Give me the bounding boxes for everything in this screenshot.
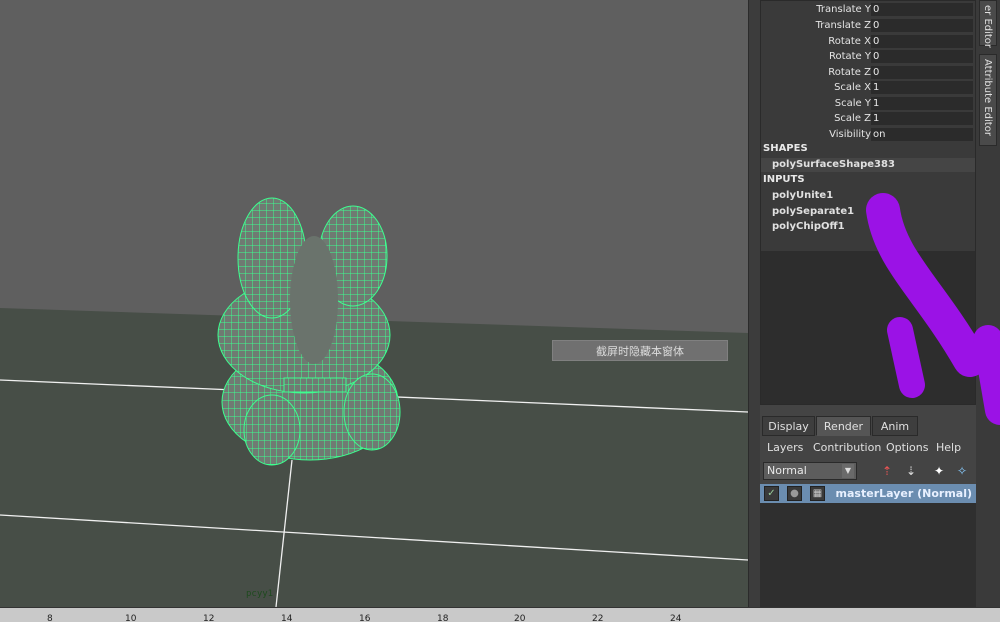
channel-box-empty-area (761, 251, 975, 404)
attr-scale-z[interactable]: Scale Z 1 (761, 111, 975, 126)
attr-value-field[interactable]: 0 (871, 35, 973, 48)
shapes-header: SHAPES (763, 143, 808, 154)
shape-node[interactable]: polySurfaceShape383 (772, 159, 895, 170)
menu-help[interactable]: Help (936, 441, 961, 454)
menu-layers[interactable]: Layers (767, 441, 803, 454)
attr-label: Rotate Z (828, 67, 871, 78)
attr-rotate-x[interactable]: Rotate X 0 (761, 34, 975, 49)
shape-node-row[interactable]: polySurfaceShape383 (761, 158, 975, 172)
attr-label: Scale Z (834, 113, 871, 124)
tab-anim[interactable]: Anim (872, 416, 918, 436)
input-node[interactable]: polyChipOff1 (772, 221, 845, 232)
layer-mode-dropdown[interactable]: Normal ▼ (763, 462, 857, 480)
attr-rotate-z[interactable]: Rotate Z 0 (761, 65, 975, 80)
move-layer-up-icon[interactable]: ⇡ (878, 462, 896, 480)
attr-scale-y[interactable]: Scale Y 1 (761, 96, 975, 111)
input-node[interactable]: polySeparate1 (772, 206, 854, 217)
layer-name[interactable]: masterLayer (Normal) (836, 487, 972, 500)
attr-translate-y[interactable]: Translate Y 0 (761, 2, 975, 17)
attr-rotate-y[interactable]: Rotate Y 0 (761, 49, 975, 64)
inputs-header: INPUTS (763, 174, 805, 185)
recycle-toggle-icon[interactable]: ● (787, 486, 802, 501)
attr-value-field[interactable]: on (871, 128, 973, 141)
attr-translate-z[interactable]: Translate Z 0 (761, 18, 975, 33)
attr-label: Scale Y (834, 98, 871, 109)
input-node[interactable]: polyUnite1 (772, 190, 833, 201)
attr-value-field[interactable]: 0 (871, 66, 973, 79)
attr-label: Translate Y (816, 4, 871, 15)
attr-value-field[interactable]: 0 (871, 3, 973, 16)
tab-attribute-editor[interactable]: Attribute Editor (979, 54, 997, 146)
tab-render[interactable]: Render (816, 416, 871, 436)
channel-box: Translate Y 0 Translate Z 0 Rotate X 0 R… (760, 0, 976, 405)
tab-display[interactable]: Display (762, 416, 815, 436)
attr-label: Translate Z (815, 20, 871, 31)
attr-label: Visibility (829, 129, 871, 140)
viewport-3d[interactable]: 截屏时隐藏本窗体 pcyy1 (0, 0, 748, 607)
layer-row-master[interactable]: ✓ ● ▦ masterLayer (Normal) (760, 484, 976, 503)
viewport-scene (0, 197, 748, 607)
attr-visibility[interactable]: Visibility on (761, 127, 975, 142)
attr-value-field[interactable]: 1 (871, 112, 973, 125)
attr-value-field[interactable]: 0 (871, 50, 973, 63)
tab-label: er Editor (982, 5, 993, 49)
wireframe-model (217, 197, 401, 466)
move-layer-down-icon[interactable]: ⇣ (902, 462, 920, 480)
layer-list: ✓ ● ▦ masterLayer (Normal) (760, 484, 976, 607)
render-settings-icon[interactable]: ▦ (810, 486, 825, 501)
layer-editor: Display Render Anim Layers Contribution … (760, 414, 976, 607)
renderable-toggle-icon[interactable]: ✓ (764, 486, 779, 501)
menu-options[interactable]: Options (886, 441, 928, 454)
panel-splitter[interactable] (748, 0, 760, 607)
attr-value-field[interactable]: 0 (871, 19, 973, 32)
attr-label: Rotate Y (828, 51, 871, 62)
chevron-down-icon: ▼ (842, 464, 854, 478)
tab-label: Attribute Editor (982, 59, 993, 136)
create-empty-layer-icon[interactable]: ✦ (930, 462, 948, 480)
side-tab-strip: er Editor Attribute Editor (976, 0, 1000, 607)
menu-contribution[interactable]: Contribution (813, 441, 881, 454)
attr-label: Scale X (834, 82, 871, 93)
attr-value-field[interactable]: 1 (871, 97, 973, 110)
tab-outliner-editor[interactable]: er Editor (979, 0, 997, 49)
attr-label: Rotate X (828, 36, 871, 47)
time-slider[interactable]: 8 10 12 14 16 18 20 22 24 (0, 607, 1000, 622)
create-layer-from-selected-icon[interactable]: ✧ (953, 462, 971, 480)
layer-mode-value: Normal (767, 464, 807, 477)
object-label: pcyy1 (246, 589, 274, 599)
attr-scale-x[interactable]: Scale X 1 (761, 80, 975, 95)
attr-value-field[interactable]: 1 (871, 81, 973, 94)
screenshot-hide-tooltip[interactable]: 截屏时隐藏本窗体 (552, 340, 728, 361)
